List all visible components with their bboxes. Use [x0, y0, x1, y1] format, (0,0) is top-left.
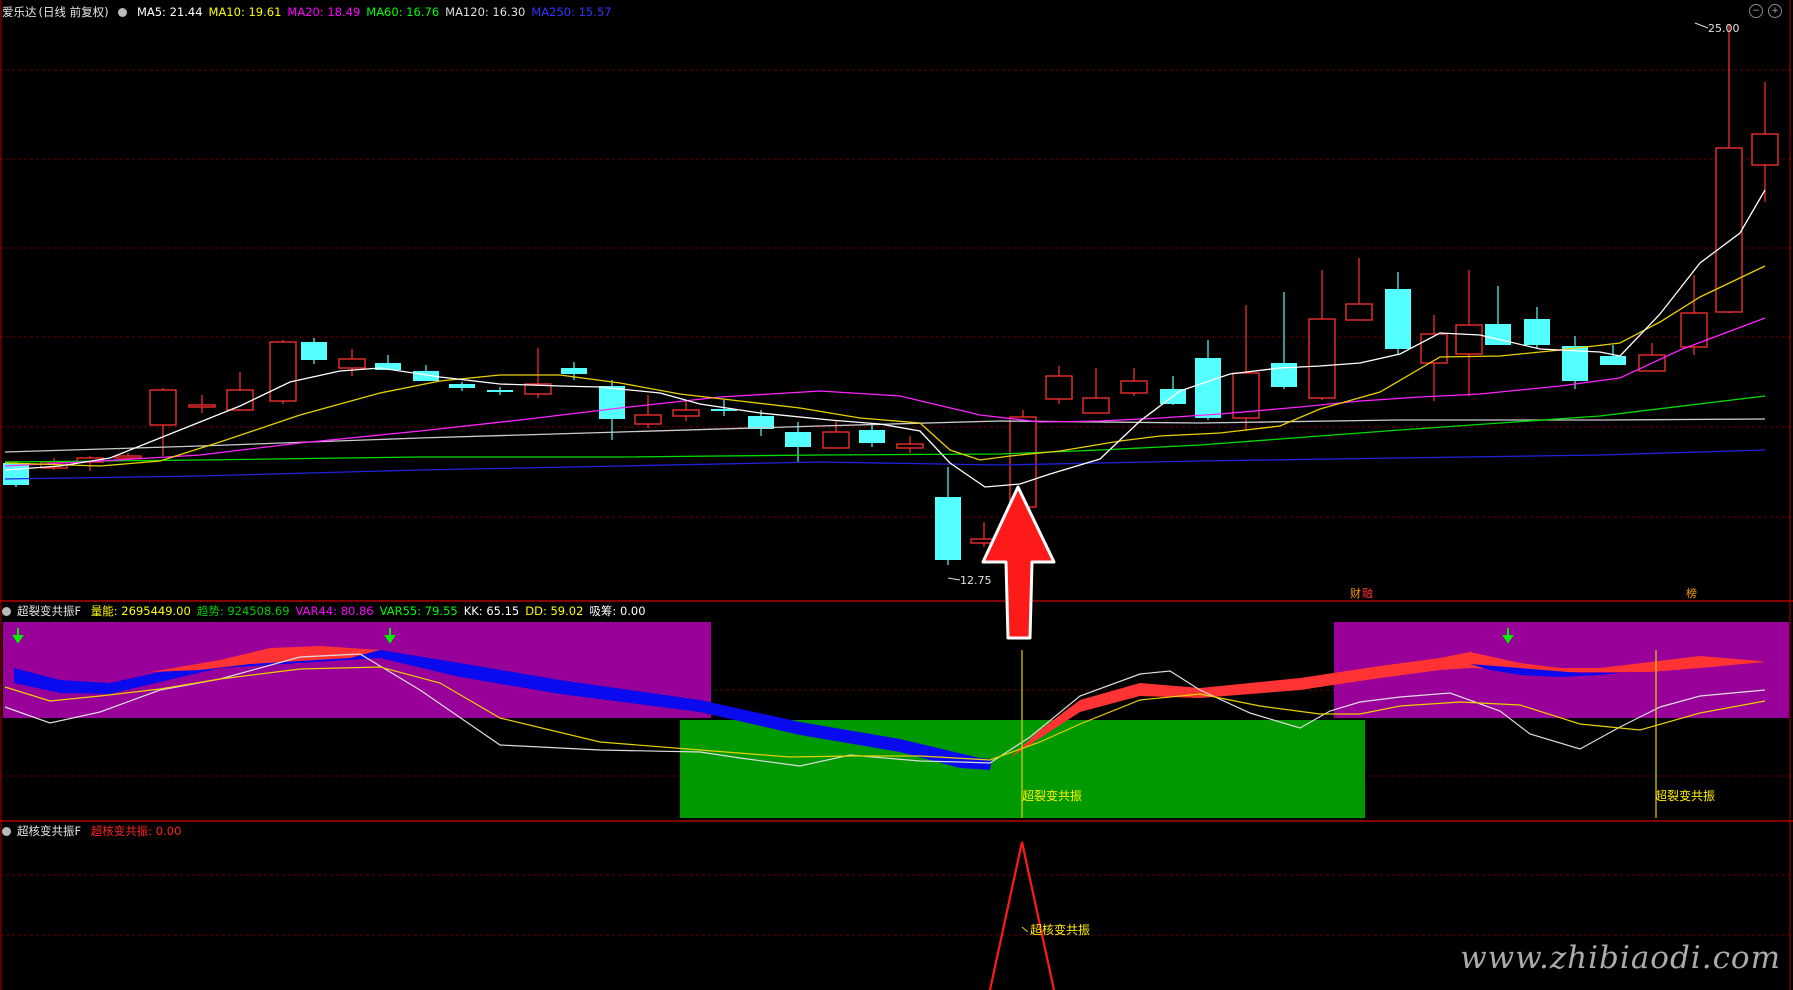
high-price-label: 25.00 — [1708, 22, 1740, 35]
ma-indicator-label-1: MA10: 19.61 — [208, 5, 282, 19]
zoom-out-button[interactable]: − — [1749, 4, 1763, 18]
ma60-line — [4, 395, 1766, 463]
candle-body — [1082, 397, 1110, 414]
watermark: www.zhibiaodi.com — [1460, 940, 1781, 976]
candle-body — [114, 455, 142, 459]
indicator-name[interactable]: 超裂变共振F — [17, 604, 81, 618]
candle-body — [1385, 289, 1411, 349]
candle-body — [1308, 318, 1336, 399]
candle-body — [1600, 356, 1626, 365]
candle-body — [1045, 375, 1073, 400]
candle-body — [1455, 324, 1483, 355]
candle-body — [149, 389, 177, 426]
ma-indicator-label-3: MA60: 16.76 — [366, 5, 440, 19]
candle-body — [1120, 380, 1148, 394]
candle-body — [338, 358, 366, 369]
toggle-icon[interactable] — [2, 827, 11, 836]
period-label: (日线 前复权) — [38, 5, 109, 19]
candle-body — [672, 409, 700, 417]
candle-body — [269, 341, 297, 402]
sub1-indicator-label-6: 吸筹: 0.00 — [589, 604, 646, 618]
sub-panel-1-header: 超裂变共振F 量能: 2695449.00 趋势: 924508.69 VAR44:… — [2, 603, 658, 619]
sub1-indicator-label-4: KK: 65.15 — [463, 604, 520, 618]
chart-canvas[interactable]: 25.00 12.75 财 融 榜 超裂变共振 超裂变共振 超核变共振 — [0, 0, 1793, 990]
main-header: 爱乐达 (日线 前复权) MA5: 21.44 MA10: 19.61 MA20: 1… — [2, 4, 624, 20]
candle-body — [449, 384, 475, 388]
candle-body — [226, 389, 254, 411]
stock-name: 爱乐达 — [2, 5, 37, 19]
sub-panel-1: 超裂变共振 超裂变共振 — [0, 622, 1793, 818]
candle-body — [1751, 133, 1779, 166]
core-signal-label: 超核变共振 — [1030, 922, 1090, 937]
sub2-indicator-label-0: 超核变共振: 0.00 — [90, 824, 182, 838]
tag-rong: 融 — [1362, 587, 1373, 600]
candle-body — [1524, 319, 1550, 345]
tag-cai: 财 — [1350, 586, 1361, 600]
sub1-indicator-label-1: 趋势: 924508.69 — [196, 604, 290, 618]
candle-body — [599, 386, 625, 419]
low-price-label: 12.75 — [960, 574, 992, 587]
zoom-in-button[interactable]: + — [1768, 4, 1782, 18]
signal-label: 超裂变共振 — [1655, 788, 1715, 803]
candlestick-series — [3, 24, 1779, 565]
candle-body — [896, 443, 924, 449]
ma-indicator-label-2: MA20: 18.49 — [287, 5, 361, 19]
candle-body — [935, 497, 961, 560]
core-signal-line — [988, 841, 1056, 990]
sub1-indicator-label-2: VAR44: 80.86 — [295, 604, 374, 618]
signal-label: 超裂变共振 — [1022, 788, 1082, 803]
candle-body — [561, 368, 587, 374]
sub1-indicator-label-5: DD: 59.02 — [525, 604, 584, 618]
ma-indicator-label-5: MA250: 15.57 — [531, 5, 612, 19]
up-arrow-icon — [981, 485, 1056, 640]
indicator-name[interactable]: 超核变共振F — [17, 824, 81, 838]
candle-body — [1345, 303, 1373, 321]
candle-body — [487, 390, 513, 392]
candle-body — [634, 414, 662, 425]
candle-body — [301, 342, 327, 360]
sub1-indicator-label-3: VAR55: 79.55 — [379, 604, 458, 618]
candle-body — [1271, 363, 1297, 387]
sub1-indicator-label-0: 量能: 2695449.00 — [90, 604, 191, 618]
low-marker: 12.75 — [947, 574, 992, 587]
purple-zone — [3, 622, 711, 718]
toggle-icon[interactable] — [118, 8, 128, 17]
candle-body — [822, 431, 850, 449]
candle-body — [785, 432, 811, 447]
ma-indicator-label-0: MA5: 21.44 — [136, 5, 203, 19]
candle-body — [188, 404, 216, 408]
candle-body — [859, 430, 885, 443]
sub-panel-2-header: 超核变共振F 超核变共振: 0.00 — [2, 823, 193, 839]
tag-bang: 榜 — [1686, 586, 1697, 600]
main-grid — [0, 69, 1793, 518]
candle-body — [1420, 333, 1448, 364]
toggle-icon[interactable] — [2, 607, 11, 616]
candle-body — [1195, 358, 1221, 418]
high-marker: 25.00 — [1694, 22, 1740, 35]
ma-indicator-label-4: MA120: 16.30 — [445, 5, 526, 19]
